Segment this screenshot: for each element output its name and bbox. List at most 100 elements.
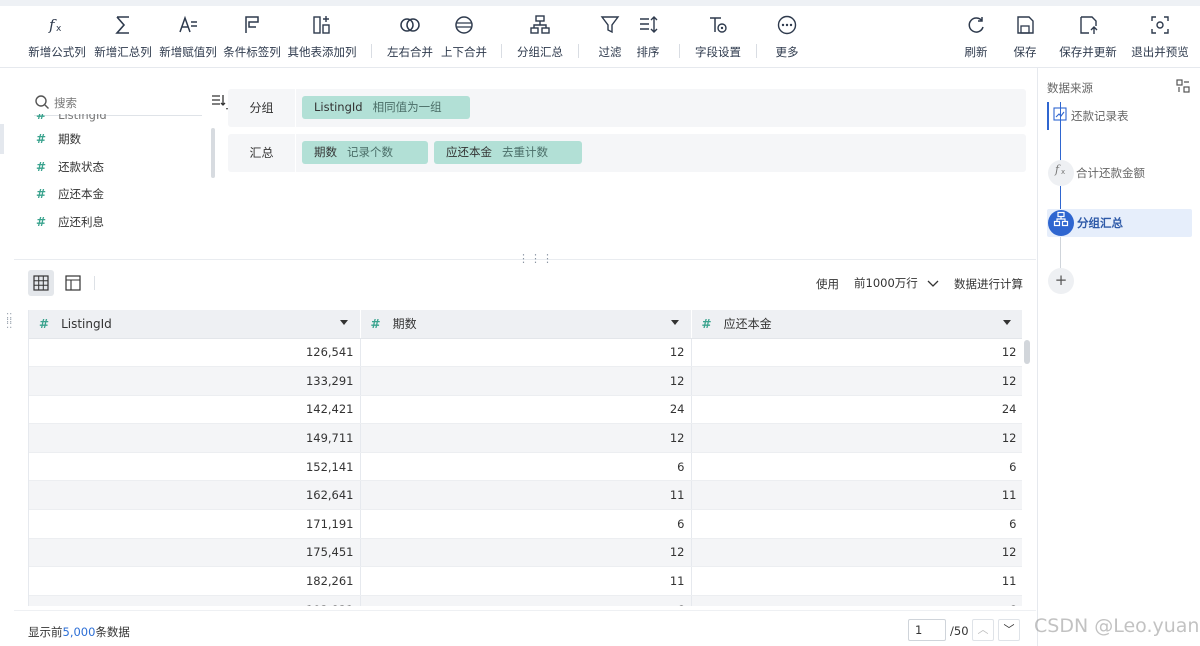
field-item[interactable]: # 期数 <box>36 126 216 154</box>
table-cell[interactable]: 175,451 <box>29 538 361 568</box>
field-settings-icon <box>692 14 744 38</box>
table-cell[interactable]: 126,541 <box>29 338 361 368</box>
table-cell[interactable]: 192,821 <box>29 595 361 606</box>
summary-field-chip[interactable]: 应还本金 去重计数 <box>434 141 582 164</box>
save-button[interactable]: 保存 <box>1007 14 1043 60</box>
table-cell[interactable]: 133,291 <box>29 366 361 396</box>
table-cell[interactable]: 6 <box>691 509 1022 539</box>
table-cell[interactable]: 152,141 <box>29 452 361 482</box>
condition-tag-column-button[interactable]: 条件标签列 <box>221 14 283 60</box>
add-column-from-table-button[interactable]: 其他表添加列 <box>286 14 358 60</box>
table-cell[interactable]: 11 <box>691 566 1022 596</box>
table-cell[interactable]: 142,421 <box>29 395 361 425</box>
table-footer: 显示前5,000条数据 1 /50 ︿ ﹀ <box>14 610 1036 646</box>
add-summary-column-button[interactable]: 新增汇总列 <box>92 14 154 60</box>
search-input[interactable] <box>54 94 194 112</box>
column-header[interactable]: # 期数 <box>360 310 692 339</box>
step-label: 分组汇总 <box>1077 216 1123 230</box>
config-area: # ListingId # 期数 # 还款状态 # 应还本金 # 应还利息 分组 List… <box>14 68 1036 260</box>
table-cell[interactable]: 24 <box>360 395 692 425</box>
table-cell[interactable]: 12 <box>691 338 1022 368</box>
exit-and-preview-button[interactable]: 退出并预览 <box>1128 14 1192 60</box>
prev-page-button[interactable]: ︿ <box>972 619 994 641</box>
table-row: 149,711 12 12 <box>29 423 1022 453</box>
table-source-icon <box>1053 103 1067 131</box>
table-cell[interactable]: 12 <box>360 338 692 368</box>
filter-button[interactable]: 过滤 <box>592 14 628 60</box>
field-list-scrollbar[interactable] <box>211 128 215 178</box>
field-settings-label: 字段设置 <box>695 45 741 59</box>
view-toolbar: 使用 前1000万行 数据进行计算 <box>14 262 1036 308</box>
table-cell[interactable]: 182,261 <box>29 566 361 596</box>
table-cell[interactable]: 6 <box>691 595 1022 606</box>
more-button[interactable]: 更多 <box>770 14 804 60</box>
table-cell[interactable]: 12 <box>360 366 692 396</box>
toolbar-divider <box>501 44 502 58</box>
add-step-button[interactable]: + <box>1048 268 1074 294</box>
field-item[interactable]: # 还款状态 <box>36 154 216 182</box>
table-row: 175,451 12 12 <box>29 538 1022 568</box>
dropdown-arrow-icon[interactable] <box>339 320 348 325</box>
layout-view-button[interactable] <box>60 270 86 296</box>
field-item[interactable]: # ListingId <box>36 114 216 126</box>
page-input[interactable]: 1 <box>908 619 946 641</box>
dropdown-arrow-icon[interactable] <box>670 320 679 325</box>
table-cell[interactable]: 12 <box>691 366 1022 396</box>
column-header[interactable]: # 应还本金 <box>691 310 1022 339</box>
table-cell[interactable]: 11 <box>360 480 692 511</box>
count-suffix: 条数据 <box>95 625 130 639</box>
merge-horizontal-button[interactable]: 左右合并 <box>384 14 436 60</box>
group-field-chip[interactable]: ListingId 相同值为一组 <box>302 96 470 119</box>
refresh-button[interactable]: 刷新 <box>958 14 994 60</box>
number-field-icon: # <box>36 214 47 229</box>
assign-icon <box>157 14 219 38</box>
add-assign-column-button[interactable]: 新增赋值列 <box>157 14 219 60</box>
step-source-table[interactable]: 还款记录表 <box>1047 102 1192 130</box>
step-label: 合计还款金额 <box>1076 166 1145 180</box>
panel-toggle-icon[interactable] <box>1175 78 1191 97</box>
table-cell[interactable]: 12 <box>691 538 1022 568</box>
next-page-button[interactable]: ﹀ <box>998 619 1020 641</box>
sort-button[interactable]: 排序 <box>630 14 666 60</box>
column-header[interactable]: # ListingId <box>29 310 361 339</box>
table-cell[interactable]: 171,191 <box>29 509 361 539</box>
table-cell[interactable]: 12 <box>360 538 692 568</box>
data-table: # ListingId # 期数 # 应还本金 126,541 12 12 133,291… <box>28 310 1022 606</box>
field-settings-button[interactable]: 字段设置 <box>692 14 744 60</box>
sigma-icon <box>92 14 154 38</box>
more-label: 更多 <box>775 45 799 59</box>
table-scrollbar[interactable] <box>1024 340 1030 364</box>
table-cell[interactable]: 6 <box>360 595 692 606</box>
table-cell[interactable]: 11 <box>360 566 692 596</box>
table-cell[interactable]: 149,711 <box>29 423 361 453</box>
table-cell[interactable]: 6 <box>360 509 692 539</box>
table-cell[interactable]: 162,641 <box>29 480 361 511</box>
step-formula[interactable]: 合计还款金额 <box>1076 159 1194 187</box>
row-limit-select[interactable]: 前1000万行 <box>850 270 944 296</box>
drag-handle-icon[interactable]: ⁚⁚ ⁚⁚ ⁚⁚ <box>6 313 14 331</box>
field-item[interactable]: # 应还本金 <box>36 181 216 209</box>
field-sort-button[interactable] <box>210 92 228 112</box>
field-item[interactable]: # 应还利息 <box>36 209 216 235</box>
merge-vertical-button[interactable]: 上下合并 <box>438 14 490 60</box>
save-and-update-button[interactable]: 保存并更新 <box>1056 14 1120 60</box>
merge-vertical-icon <box>438 14 490 38</box>
dropdown-arrow-icon[interactable] <box>1002 320 1011 325</box>
group-summary-button[interactable]: 分组汇总 <box>514 14 566 60</box>
table-cell[interactable]: 12 <box>360 423 692 453</box>
table-cell[interactable]: 6 <box>691 452 1022 482</box>
merge-vertical-label: 上下合并 <box>441 45 487 59</box>
table-cell[interactable]: 6 <box>360 452 692 482</box>
left-edge-tab[interactable] <box>0 124 4 154</box>
add-formula-column-button[interactable]: fx 新增公式列 <box>26 14 88 60</box>
summary-field-chip[interactable]: 期数 记录个数 <box>302 141 428 164</box>
table-cell[interactable]: 12 <box>691 423 1022 453</box>
table-cell[interactable]: 11 <box>691 480 1022 511</box>
grid-view-button[interactable] <box>28 270 54 296</box>
add-formula-column-label: 新增公式列 <box>28 45 86 59</box>
table-cell[interactable]: 24 <box>691 395 1022 425</box>
toolbar-divider <box>578 44 579 58</box>
use-label: 使用 <box>816 277 839 291</box>
chevron-up-icon: ︿ <box>977 623 989 636</box>
sort-fields-icon <box>212 95 228 110</box>
